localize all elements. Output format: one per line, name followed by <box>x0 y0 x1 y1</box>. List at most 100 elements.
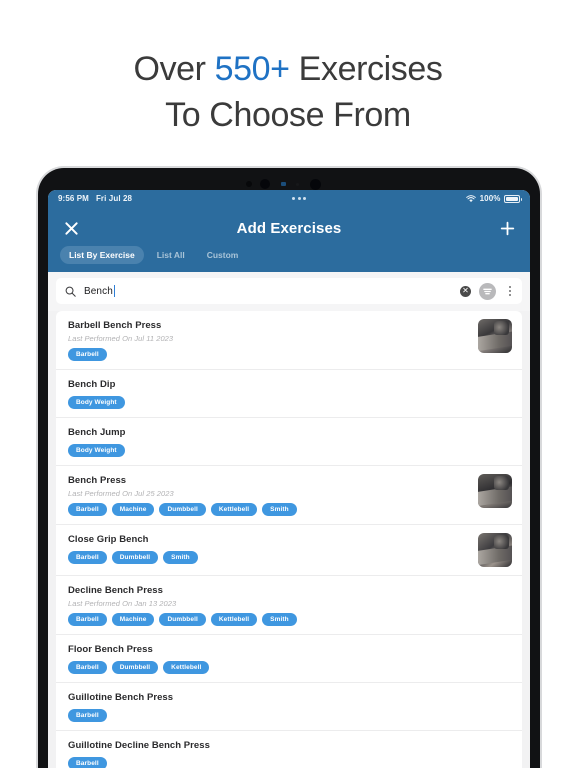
equipment-tag[interactable]: Machine <box>111 503 155 516</box>
equipment-tag[interactable]: Barbell <box>68 661 107 674</box>
status-bar: 9:56 PM Fri Jul 28 100% <box>48 190 530 207</box>
equipment-tag[interactable]: Dumbbell <box>159 613 206 626</box>
overflow-menu-button[interactable] <box>504 286 516 296</box>
exercise-tag-list: Barbell Machine Dumbbell Kettlebell Smith <box>68 613 512 626</box>
exercise-row[interactable]: Floor Bench Press Barbell Dumbbell Kettlebe… <box>56 635 522 683</box>
text-cursor-icon <box>113 285 116 297</box>
equipment-tag[interactable]: Barbell <box>68 613 107 626</box>
exercise-list-scroll[interactable]: Barbell Bench Press Last Performed On Jul… <box>48 311 530 768</box>
exercise-row-content: Close Grip Bench Barbell Dumbbell Smith <box>68 533 470 564</box>
tab-list-all[interactable]: List All <box>148 246 194 264</box>
exercise-row-content: Bench Press Last Performed On Jul 25 2023… <box>68 474 470 516</box>
exercise-name: Bench Dip <box>68 379 116 390</box>
exercise-row-content: Floor Bench Press Barbell Dumbbell Kettlebe… <box>68 643 512 674</box>
search-input-text[interactable]: Bench <box>84 285 452 297</box>
exercise-row[interactable]: Decline Bench Press Last Performed On Jan… <box>56 576 522 635</box>
headline-prefix: Over <box>133 50 215 88</box>
exercise-row[interactable]: Guillotine Decline Bench Press Barbell <box>56 731 522 768</box>
wifi-icon <box>466 194 476 202</box>
front-camera-icon <box>260 179 270 189</box>
filter-button[interactable] <box>479 282 496 300</box>
equipment-tag[interactable]: Dumbbell <box>111 551 159 564</box>
exercise-row-content: Guillotine Bench Press Barbell <box>68 691 512 722</box>
headline-line-2: To Choose From <box>165 96 411 134</box>
plus-icon <box>500 221 514 235</box>
header-top-row: Add Exercises <box>60 213 518 243</box>
tablet-device-frame: 9:56 PM Fri Jul 28 100% Add Exercises Li… <box>38 168 540 768</box>
headline-line-1: Over 550+ Exercises <box>0 46 576 92</box>
camera-lens-icon <box>310 179 321 190</box>
exercise-thumbnail <box>478 533 512 567</box>
search-section: Bench ✕ <box>48 272 530 311</box>
add-exercise-button[interactable] <box>496 217 518 239</box>
filter-icon <box>483 288 492 294</box>
equipment-tag[interactable]: Smith <box>262 613 297 626</box>
equipment-tag[interactable]: Kettlebell <box>163 661 210 674</box>
exercise-name: Barbell Bench Press <box>68 320 162 331</box>
search-bar[interactable]: Bench ✕ <box>56 278 522 304</box>
exercise-row[interactable]: Guillotine Bench Press Barbell <box>56 683 522 731</box>
page-root: Over 550+ Exercises To Choose From 9:56 … <box>0 0 576 768</box>
exercise-row-content: Barbell Bench Press Last Performed On Jul… <box>68 319 470 361</box>
status-bar-left: 9:56 PM Fri Jul 28 <box>58 194 132 203</box>
kebab-dot-icon <box>509 294 511 296</box>
search-input-value: Bench <box>84 285 113 297</box>
exercise-row[interactable]: Close Grip Bench Barbell Dumbbell Smith <box>56 525 522 576</box>
app-header: Add Exercises List By Exercise List All … <box>48 207 530 272</box>
close-button[interactable] <box>60 217 82 239</box>
exercise-row-content: Bench Dip Body Weight <box>68 378 512 409</box>
exercise-name: Decline Bench Press <box>68 585 163 596</box>
tab-list-by-exercise[interactable]: List By Exercise <box>60 246 144 264</box>
equipment-tag[interactable]: Barbell <box>68 348 107 361</box>
exercise-row[interactable]: Barbell Bench Press Last Performed On Jul… <box>56 311 522 370</box>
exercise-list-card: Barbell Bench Press Last Performed On Jul… <box>56 311 522 768</box>
exercise-row[interactable]: Bench Dip Body Weight <box>56 370 522 418</box>
header-title: Add Exercises <box>236 219 342 237</box>
kebab-dot-icon <box>509 290 511 292</box>
exercise-name: Close Grip Bench <box>68 534 149 545</box>
status-time: 9:56 PM <box>58 194 89 203</box>
exercise-name: Bench Press <box>68 475 127 486</box>
kebab-dot-icon <box>509 286 511 288</box>
equipment-tag[interactable]: Dumbbell <box>159 503 206 516</box>
exercise-last-performed: Last Performed On Jul 11 2023 <box>68 334 174 343</box>
exercise-name: Guillotine Bench Press <box>68 692 174 703</box>
close-icon <box>64 221 78 235</box>
equipment-tag[interactable]: Barbell <box>68 709 107 722</box>
headline-suffix: Exercises <box>289 50 443 88</box>
equipment-tag[interactable]: Kettlebell <box>210 503 258 516</box>
equipment-tag[interactable]: Smith <box>262 503 297 516</box>
activity-dot-icon <box>303 197 307 200</box>
equipment-tag[interactable]: Barbell <box>68 503 107 516</box>
page-title: Over 550+ Exercises To Choose From <box>0 46 576 138</box>
equipment-tag[interactable]: Body Weight <box>68 444 125 457</box>
exercise-tag-list: Body Weight <box>68 396 512 409</box>
battery-icon <box>504 194 522 203</box>
exercise-tag-list: Body Weight <box>68 444 512 457</box>
status-bar-right: 100% <box>466 194 522 203</box>
status-date: Fri Jul 28 <box>95 194 133 203</box>
equipment-tag[interactable]: Barbell <box>68 757 107 768</box>
exercise-tag-list: Barbell Machine Dumbbell Kettlebell Smith <box>68 503 470 516</box>
proximity-sensor-icon <box>296 183 299 186</box>
headline-count: 550+ <box>214 50 290 88</box>
equipment-tag[interactable]: Machine <box>111 613 155 626</box>
equipment-tag[interactable]: Dumbbell <box>111 661 159 674</box>
exercise-row[interactable]: Bench Press Last Performed On Jul 25 2023… <box>56 466 522 525</box>
status-activity-dots <box>132 197 466 200</box>
equipment-tag[interactable]: Smith <box>163 551 198 564</box>
battery-percent-label: 100% <box>479 194 501 203</box>
equipment-tag[interactable]: Barbell <box>68 551 107 564</box>
exercise-row-content: Decline Bench Press Last Performed On Jan… <box>68 584 512 626</box>
exercise-tag-list: Barbell Dumbbell Smith <box>68 551 470 564</box>
tab-custom[interactable]: Custom <box>198 246 248 264</box>
clear-search-button[interactable]: ✕ <box>460 285 471 297</box>
device-sensor-array <box>38 178 540 190</box>
equipment-tag[interactable]: Body Weight <box>68 396 125 409</box>
device-screen: 9:56 PM Fri Jul 28 100% Add Exercises Li… <box>48 190 530 768</box>
equipment-tag[interactable]: Kettlebell <box>210 613 258 626</box>
exercise-tag-list: Barbell <box>68 348 470 361</box>
exercise-tag-list: Barbell <box>68 709 512 722</box>
exercise-thumbnail <box>478 474 512 508</box>
exercise-row[interactable]: Bench Jump Body Weight <box>56 418 522 466</box>
